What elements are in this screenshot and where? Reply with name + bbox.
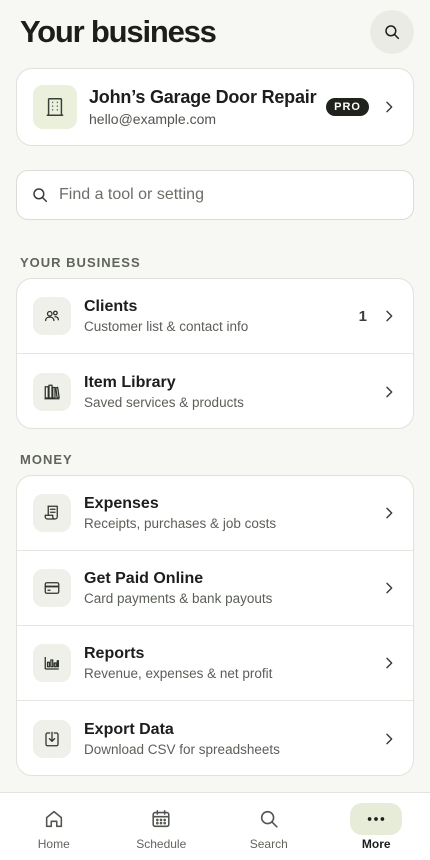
business-name: John’s Garage Door Repair <box>89 87 317 107</box>
row-text: Clients Customer list & contact info <box>84 298 359 334</box>
row-title: Reports <box>84 645 145 662</box>
tab-schedule[interactable]: Schedule <box>126 803 196 851</box>
row-expenses[interactable]: Expenses Receipts, purchases & job costs <box>17 476 413 551</box>
chevron-right-icon <box>381 580 397 596</box>
bottom-tab-bar: Home Schedule Search More <box>0 792 430 860</box>
download-icon <box>33 719 71 758</box>
row-text: Export Data Download CSV for spreadsheet… <box>84 721 381 757</box>
business-email: hello@example.com <box>89 111 217 127</box>
chevron-right-icon <box>381 655 397 671</box>
row-text: Item Library Saved services & products <box>84 374 381 410</box>
clients-count: 1 <box>358 307 367 325</box>
pro-badge: PRO <box>326 98 369 116</box>
row-get-paid-online[interactable]: Get Paid Online Card payments & bank pay… <box>17 551 413 626</box>
row-reports[interactable]: Reports Revenue, expenses & net profit <box>17 626 413 701</box>
page-title: Your business <box>20 14 217 49</box>
business-profile-card[interactable]: John’s Garage Door Repair hello@example.… <box>16 68 414 146</box>
tab-label: Home <box>37 837 70 851</box>
more-icon <box>350 803 403 835</box>
header-search-button[interactable] <box>370 10 414 54</box>
library-icon <box>33 372 71 411</box>
chevron-right-icon <box>381 731 397 747</box>
row-title: Expenses <box>84 495 159 512</box>
row-subtitle: Customer list & contact info <box>84 319 249 334</box>
row-text: Expenses Receipts, purchases & job costs <box>84 495 381 531</box>
search-icon <box>33 188 48 203</box>
tab-label: More <box>361 837 391 851</box>
money-card: Expenses Receipts, purchases & job costs… <box>16 475 414 776</box>
row-text: Get Paid Online Card payments & bank pay… <box>84 570 381 606</box>
tab-label: Schedule <box>136 837 187 851</box>
section-label-money: MONEY <box>20 452 73 467</box>
receipt-icon <box>33 494 71 532</box>
calendar-icon <box>135 803 187 835</box>
chevron-right-icon <box>381 505 397 521</box>
home-icon <box>28 803 80 835</box>
row-subtitle: Receipts, purchases & job costs <box>84 516 277 531</box>
row-clients[interactable]: Clients Customer list & contact info 1 <box>17 279 413 354</box>
row-title: Item Library <box>84 373 176 391</box>
users-icon <box>33 297 71 335</box>
search-icon <box>243 803 295 835</box>
row-export-data[interactable]: Export Data Download CSV for spreadsheet… <box>17 701 413 775</box>
row-subtitle: Download CSV for spreadsheets <box>84 741 280 757</box>
chevron-right-icon <box>381 384 397 400</box>
tab-more[interactable]: More <box>341 803 411 851</box>
your-business-card: Clients Customer list & contact info 1 I… <box>16 278 414 429</box>
row-subtitle: Card payments & bank payouts <box>84 591 273 606</box>
row-title: Export Data <box>84 720 174 738</box>
row-item-library[interactable]: Item Library Saved services & products <box>17 354 413 428</box>
search-input[interactable] <box>59 186 399 204</box>
row-text: Reports Revenue, expenses & net profit <box>84 645 381 681</box>
row-title: Clients <box>84 298 138 315</box>
profile-text: John’s Garage Door Repair hello@example.… <box>89 87 326 127</box>
header: Your business <box>20 10 414 54</box>
credit-card-icon <box>33 569 71 607</box>
tab-home[interactable]: Home <box>19 803 89 851</box>
search-icon <box>385 25 400 40</box>
row-subtitle: Revenue, expenses & net profit <box>84 666 273 681</box>
row-title: Get Paid Online <box>84 570 204 587</box>
tool-search-field[interactable] <box>16 170 414 220</box>
chevron-right-icon <box>381 308 397 324</box>
tab-label: Search <box>249 837 288 851</box>
row-subtitle: Saved services & products <box>84 394 244 410</box>
chevron-right-icon <box>381 99 397 115</box>
section-label-your-business: YOUR BUSINESS <box>20 255 141 270</box>
tab-search[interactable]: Search <box>234 803 304 851</box>
building-icon <box>33 85 77 129</box>
bar-chart-icon <box>33 644 71 682</box>
